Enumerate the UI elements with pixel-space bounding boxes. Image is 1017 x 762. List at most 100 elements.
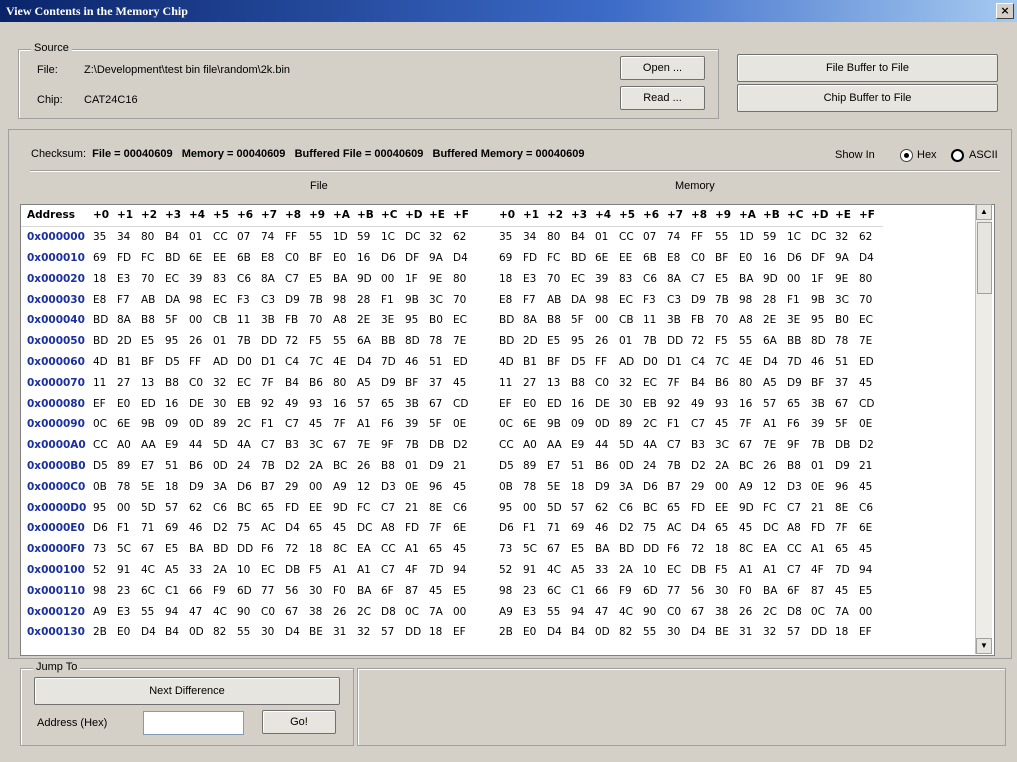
file-byte-cell[interactable]: B0 xyxy=(429,310,453,331)
memory-byte-cell[interactable]: 80 xyxy=(859,268,883,289)
memory-byte-cell[interactable]: 16 xyxy=(763,248,787,269)
memory-byte-cell[interactable]: 74 xyxy=(667,226,691,247)
memory-byte-cell[interactable]: 30 xyxy=(715,580,739,601)
file-byte-cell[interactable]: 28 xyxy=(357,289,381,310)
file-byte-cell[interactable]: 0B xyxy=(93,476,117,497)
memory-byte-cell[interactable]: 70 xyxy=(547,268,571,289)
file-byte-cell[interactable]: 7F xyxy=(429,518,453,539)
file-byte-cell[interactable]: 0D xyxy=(189,622,213,643)
memory-byte-cell[interactable]: BA xyxy=(595,539,619,560)
file-byte-cell[interactable]: 3B xyxy=(261,310,285,331)
memory-byte-cell[interactable]: 26 xyxy=(739,601,763,622)
memory-byte-cell[interactable]: 13 xyxy=(547,372,571,393)
file-byte-cell[interactable]: F6 xyxy=(261,539,285,560)
file-byte-cell[interactable]: 94 xyxy=(453,560,477,581)
table-row[interactable]: 0x000100 52 91 4C A5 33 2A 10 EC DB F5 A1 A1 C7 4F 7D 94… xyxy=(21,560,883,581)
memory-byte-cell[interactable]: E7 xyxy=(547,456,571,477)
memory-byte-cell[interactable]: 2A xyxy=(619,560,643,581)
memory-byte-cell[interactable]: 37 xyxy=(835,372,859,393)
memory-byte-cell[interactable]: DB xyxy=(691,560,715,581)
file-byte-cell[interactable]: FD xyxy=(405,518,429,539)
memory-byte-cell[interactable]: B1 xyxy=(523,352,547,373)
memory-byte-cell[interactable]: 2E xyxy=(763,310,787,331)
file-byte-cell[interactable]: 4E xyxy=(333,352,357,373)
file-byte-cell[interactable]: 7D xyxy=(429,560,453,581)
scroll-up-arrow-icon[interactable]: ▲ xyxy=(976,204,992,220)
file-byte-cell[interactable]: 72 xyxy=(285,331,309,352)
memory-byte-cell[interactable]: F5 xyxy=(715,560,739,581)
file-byte-cell[interactable]: A9 xyxy=(333,476,357,497)
file-byte-cell[interactable]: 12 xyxy=(357,476,381,497)
memory-byte-cell[interactable]: 77 xyxy=(667,580,691,601)
table-row[interactable]: 0x000030 E8 F7 AB DA 98 EC F3 C3 D9 7B 98 28 F1 9B 3C 70… xyxy=(21,289,883,310)
memory-byte-cell[interactable]: D1 xyxy=(667,352,691,373)
memory-byte-cell[interactable]: 6F xyxy=(787,580,811,601)
file-byte-cell[interactable]: BB xyxy=(381,331,405,352)
address-hex-input[interactable] xyxy=(143,711,244,735)
file-byte-cell[interactable]: DA xyxy=(165,289,189,310)
file-byte-cell[interactable]: 2B xyxy=(93,622,117,643)
vertical-scrollbar[interactable]: ▲ ▼ xyxy=(975,204,992,654)
file-byte-cell[interactable]: 00 xyxy=(381,268,405,289)
memory-byte-cell[interactable]: D9 xyxy=(595,476,619,497)
memory-byte-cell[interactable]: D9 xyxy=(787,372,811,393)
file-byte-cell[interactable]: 0E xyxy=(453,414,477,435)
memory-byte-cell[interactable]: FF xyxy=(595,352,619,373)
file-byte-cell[interactable]: ED xyxy=(141,393,165,414)
file-byte-cell[interactable]: 9D xyxy=(333,497,357,518)
file-byte-cell[interactable]: 45 xyxy=(453,372,477,393)
memory-byte-cell[interactable]: F1 xyxy=(667,414,691,435)
file-byte-cell[interactable]: 9F xyxy=(381,435,405,456)
file-byte-cell[interactable]: 4F xyxy=(405,560,429,581)
memory-byte-cell[interactable]: D4 xyxy=(859,248,883,269)
memory-byte-cell[interactable]: 01 xyxy=(619,331,643,352)
file-byte-cell[interactable]: 16 xyxy=(357,248,381,269)
memory-byte-cell[interactable]: BD xyxy=(571,248,595,269)
file-byte-cell[interactable]: E5 xyxy=(165,539,189,560)
memory-byte-cell[interactable]: 21 xyxy=(859,456,883,477)
file-byte-cell[interactable]: 65 xyxy=(309,518,333,539)
memory-byte-cell[interactable]: 5F xyxy=(571,310,595,331)
file-byte-cell[interactable]: 55 xyxy=(309,226,333,247)
file-byte-cell[interactable]: 01 xyxy=(213,331,237,352)
file-byte-cell[interactable]: D6 xyxy=(381,248,405,269)
memory-byte-cell[interactable]: FB xyxy=(691,310,715,331)
memory-byte-cell[interactable]: 57 xyxy=(763,393,787,414)
file-byte-cell[interactable]: 30 xyxy=(261,622,285,643)
memory-byte-cell[interactable]: D3 xyxy=(787,476,811,497)
memory-byte-cell[interactable]: B3 xyxy=(691,435,715,456)
file-byte-cell[interactable]: 10 xyxy=(237,560,261,581)
file-byte-cell[interactable]: 89 xyxy=(213,414,237,435)
memory-byte-cell[interactable]: EC xyxy=(667,560,691,581)
memory-byte-cell[interactable]: 67 xyxy=(547,539,571,560)
memory-byte-cell[interactable]: F5 xyxy=(715,331,739,352)
file-byte-cell[interactable]: EA xyxy=(357,539,381,560)
memory-byte-cell[interactable]: B8 xyxy=(547,310,571,331)
file-byte-cell[interactable]: 57 xyxy=(381,622,405,643)
memory-byte-cell[interactable]: D2 xyxy=(691,456,715,477)
memory-byte-cell[interactable]: 6E xyxy=(859,518,883,539)
memory-byte-cell[interactable]: 80 xyxy=(547,226,571,247)
file-byte-cell[interactable]: 51 xyxy=(429,352,453,373)
memory-byte-cell[interactable]: DD xyxy=(811,622,835,643)
memory-byte-cell[interactable]: A1 xyxy=(811,539,835,560)
memory-byte-cell[interactable]: 67 xyxy=(835,393,859,414)
file-byte-cell[interactable]: 35 xyxy=(93,226,117,247)
file-byte-cell[interactable]: A0 xyxy=(117,435,141,456)
hex-grid[interactable]: Address +0 +1 +2 +3 +4 +5 +6 +7 +8 +9 +A +B +C +D +E +F +… xyxy=(20,204,995,656)
file-byte-cell[interactable]: AB xyxy=(141,289,165,310)
memory-byte-cell[interactable]: 18 xyxy=(499,268,523,289)
memory-byte-cell[interactable]: 46 xyxy=(595,518,619,539)
memory-byte-cell[interactable]: 95 xyxy=(499,497,523,518)
file-byte-cell[interactable]: D4 xyxy=(453,248,477,269)
file-byte-cell[interactable]: D4 xyxy=(141,622,165,643)
file-byte-cell[interactable]: FD xyxy=(117,248,141,269)
memory-byte-cell[interactable]: DB xyxy=(835,435,859,456)
file-byte-cell[interactable]: 7B xyxy=(309,289,333,310)
memory-byte-cell[interactable]: 5E xyxy=(547,476,571,497)
file-byte-cell[interactable]: 2A xyxy=(309,456,333,477)
file-byte-cell[interactable]: C0 xyxy=(189,372,213,393)
file-byte-cell[interactable]: 4C xyxy=(213,601,237,622)
file-byte-cell[interactable]: CB xyxy=(213,310,237,331)
memory-byte-cell[interactable]: C7 xyxy=(691,268,715,289)
